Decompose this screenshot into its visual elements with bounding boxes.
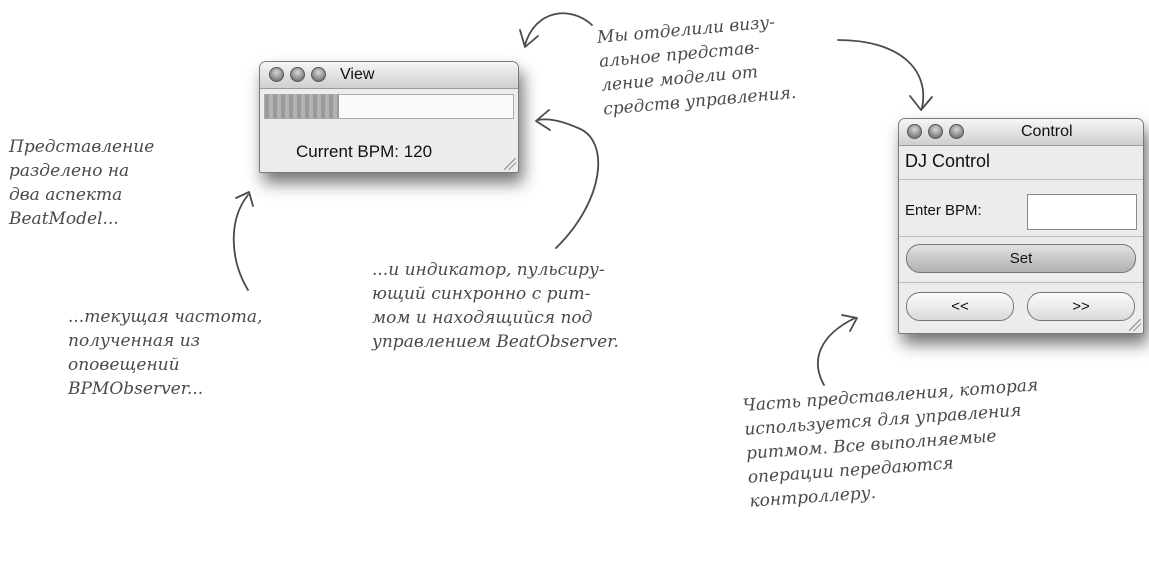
- enter-bpm-label: Enter BPM:: [905, 202, 982, 219]
- note-line: управлением BeatObserver.: [372, 332, 619, 352]
- resize-grip[interactable]: [504, 158, 516, 170]
- resize-grip[interactable]: [1129, 319, 1141, 331]
- view-window: View Current BPM: 120: [259, 61, 519, 173]
- control-window: Control DJ Control Enter BPM: Set << >>: [898, 118, 1144, 334]
- minimize-button[interactable]: [928, 124, 943, 139]
- note-line: ющий синхронно с рит-: [372, 284, 591, 304]
- divider: [899, 236, 1143, 237]
- bpm-input[interactable]: [1027, 194, 1137, 230]
- zoom-button[interactable]: [311, 67, 326, 82]
- minimize-button[interactable]: [290, 67, 305, 82]
- note-line: разделено на: [9, 161, 130, 181]
- close-button[interactable]: [907, 124, 922, 139]
- note-current-rate: ...текущая частота, полученная из оповещ…: [68, 305, 262, 401]
- note-line: BeatModel...: [9, 209, 119, 229]
- note-line: ...текущая частота,: [68, 307, 263, 327]
- beat-bar: [264, 94, 514, 119]
- note-line: ...и индикатор, пульсиру-: [372, 260, 605, 280]
- zoom-button[interactable]: [949, 124, 964, 139]
- arrow-view-split: [232, 194, 249, 291]
- set-button[interactable]: Set: [906, 244, 1136, 273]
- note-line: оповещений: [68, 355, 180, 375]
- note-line: Представление: [9, 137, 155, 157]
- arrow-to-view-head: [519, 29, 539, 48]
- note-separated: Мы отделили визу- альное представ- ление…: [596, 9, 797, 122]
- note-line: мом и находящийся под: [372, 308, 593, 328]
- decrease-bpm-button[interactable]: <<: [906, 292, 1014, 321]
- dj-control-heading: DJ Control: [905, 151, 991, 171]
- arrow-to-view: [524, 12, 593, 46]
- note-indicator: ...и индикатор, пульсиру- ющий синхронно…: [372, 258, 619, 354]
- beat-bar-fill: [265, 95, 340, 118]
- divider: [899, 179, 1143, 180]
- current-bpm-label: Current BPM: 120: [296, 142, 433, 161]
- note-line: BPMObserver...: [68, 379, 204, 399]
- view-titlebar: View: [260, 62, 518, 89]
- increase-bpm-button[interactable]: >>: [1027, 292, 1135, 321]
- view-window-title: View: [340, 66, 375, 83]
- control-window-title: Control: [1021, 123, 1073, 140]
- divider: [899, 282, 1143, 283]
- note-view-split: Представление разделено на два аспекта B…: [9, 135, 154, 231]
- control-titlebar: Control: [899, 119, 1143, 146]
- note-line: полученная из: [68, 331, 200, 351]
- note-line: два аспекта: [9, 185, 123, 205]
- note-control-part: Часть представления, которая используетс…: [742, 373, 1046, 513]
- arrow-control-part: [817, 317, 856, 386]
- arrow-indicator: [537, 118, 600, 249]
- close-button[interactable]: [269, 67, 284, 82]
- arrow-to-control-head: [909, 95, 933, 111]
